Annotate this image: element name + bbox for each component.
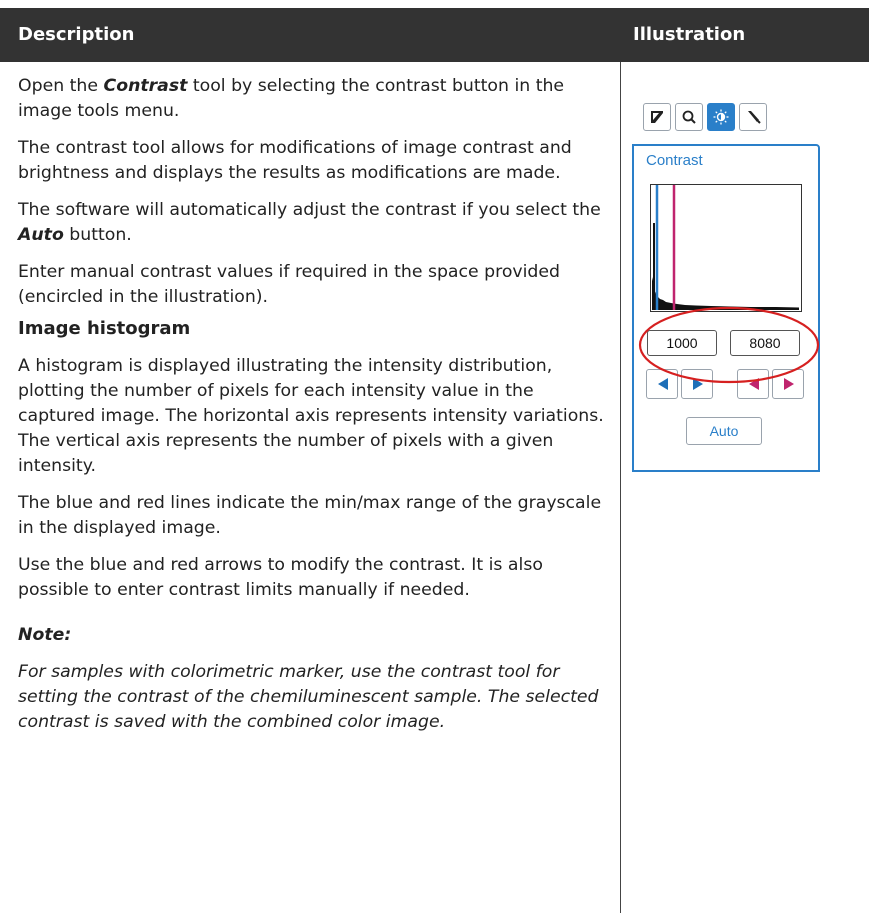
- paragraph-auto: The software will automatically adjust t…: [18, 200, 601, 245]
- search-icon: [682, 110, 696, 124]
- eyedropper-icon: [748, 111, 761, 124]
- subheading-image-histogram: Image histogram: [18, 318, 191, 339]
- paragraph-open-tool: Open the Contrast tool by selecting the …: [18, 76, 565, 121]
- contrast-term: Contrast: [103, 76, 188, 96]
- crop-tool-button[interactable]: [643, 103, 671, 131]
- auto-button[interactable]: Auto: [686, 417, 762, 445]
- illustration-column: Contrast 1000 8080 Auto: [630, 0, 869, 913]
- paragraph-tool-purpose: The contrast tool allows for modificatio…: [18, 138, 572, 183]
- zoom-tool-button[interactable]: [675, 103, 703, 131]
- paragraph-manual-values: Enter manual contrast values if required…: [18, 262, 560, 307]
- paragraph-arrows: Use the blue and red arrows to modify th…: [18, 555, 543, 600]
- paragraph-histogram: A histogram is displayed illustrating th…: [18, 356, 604, 476]
- highlight-ellipse: [638, 306, 820, 384]
- histogram: [650, 184, 802, 312]
- eyedropper-tool-button[interactable]: [739, 103, 767, 131]
- description-column-header: Description: [18, 24, 135, 45]
- description-column: Open the Contrast tool by selecting the …: [18, 74, 613, 747]
- column-divider: [620, 62, 621, 913]
- contrast-icon: [713, 109, 729, 125]
- note-body: For samples with colorimetric marker, us…: [18, 662, 599, 732]
- crop-icon: [651, 111, 663, 123]
- panel-title: Contrast: [646, 152, 703, 169]
- contrast-tool-button[interactable]: [707, 103, 735, 131]
- note-title: Note:: [18, 625, 72, 645]
- auto-term: Auto: [18, 225, 64, 245]
- paragraph-lines: The blue and red lines indicate the min/…: [18, 493, 602, 538]
